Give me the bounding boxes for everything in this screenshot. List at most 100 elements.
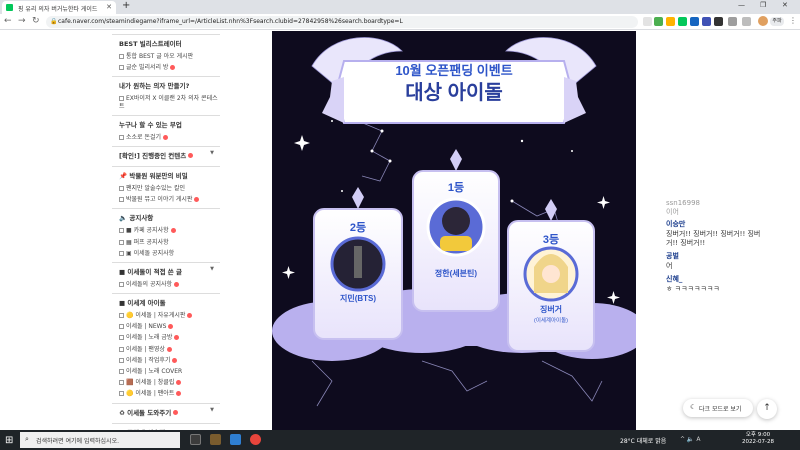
browser-tab[interactable]: 핑 유리 의자 버거뉴한타 게이드 ✕ [2,1,116,14]
sidebar-label: 통합 BEST 글 아오 게시판 [126,53,194,60]
sidebar-menu-item[interactable]: 이세돌 | 작업후기 [112,355,220,366]
board-icon [119,335,124,341]
sidebar-section-header[interactable]: 내가 원하는 의자 만들기? [112,76,220,93]
windows-start-icon[interactable]: ⊞ [5,435,13,446]
first-place-card [412,149,500,312]
sidebar-menu-item[interactable]: EX바이저 X 이클랜 2차 의자 콘테스트 [112,93,220,111]
new-badge-icon [163,134,169,140]
chat-message: 어 [666,262,673,270]
extensions-puzzle-icon[interactable] [728,17,737,26]
sidebar-menu-item[interactable]: ▣ 이세돌 공지사항 [112,248,220,259]
board-icon [119,313,124,319]
sidebar-menu-item[interactable]: 이세돌 | 팬영상 [112,344,220,355]
app-blue-icon[interactable] [230,434,241,445]
sidebar-section-header[interactable]: 🔈 공지사항 [112,208,220,225]
profile-label[interactable]: 주파 [770,17,784,26]
third-place-card [507,199,595,352]
forward-arrow-icon[interactable]: → [18,16,26,26]
chat-username: 이승만 [666,220,686,228]
address-bar[interactable]: 🔒 cafe.naver.com/steamindiegame?iframe_u… [46,16,638,28]
sidebar-menu-item[interactable]: 소소로 돈걸기 [112,132,220,143]
sidebar-section-header[interactable]: ♻ 이세돌 도와주기 ▼ [112,402,220,420]
new-badge-icon [194,197,200,203]
extension-blue-icon[interactable] [690,17,699,26]
sidebar-section-header[interactable]: ■ 이세돌이 적접 쓴 글 ▼ [112,261,220,279]
chevron-down-icon[interactable]: ▼ [210,407,214,413]
naver-cafe-favicon-icon [6,4,13,11]
new-badge-icon [174,335,180,341]
sidebar-menu-item[interactable]: ■ 카페 공지사항 [112,225,220,236]
sidebar-section-header[interactable]: BEST 빌리스트레이터 [112,34,220,51]
sidebar-label: 이세돌 | 팬영상 [126,345,165,353]
new-tab-button[interactable]: + [122,0,130,11]
minecraft-icon[interactable] [210,434,221,445]
weather-text[interactable]: 28°C 대체로 맑음 [620,436,666,445]
windows-taskbar: ⊞ ⌕ 검색하려면 여기에 입력하십시오. 28°C 대체로 맑음 ^ 🔈 A … [0,430,800,450]
sidebar-menu-item[interactable]: 이세돌 | NEWS [112,321,220,332]
chrome-icon[interactable] [250,434,261,445]
sidebar-menu-item[interactable]: ▦ 퍼프 공지사항 [112,237,220,248]
sidebar-label: 🟡 이세돌 | 팬아트 [126,390,175,398]
chevron-down-icon[interactable]: ▼ [210,266,214,272]
sidebar-menu-item[interactable]: 팬지만 알술수있는 칼인 [112,183,220,194]
profile-avatar[interactable] [758,16,768,26]
sidebar-menu-item[interactable]: 박물원 뮤고 이야기 게시판 [112,194,220,205]
scroll-top-button[interactable]: ↑ [757,399,777,419]
sidebar-label: 이세돌 | 노래 COVER [126,368,183,375]
task-view-icon[interactable] [190,434,201,445]
reload-icon[interactable]: ↻ [32,16,40,26]
new-badge-icon [170,228,176,234]
sidebar-label: ■ 이세돌이 적접 쓴 글 [119,267,183,276]
tab-close-icon[interactable]: ✕ [106,3,112,11]
sidebar-section-header[interactable]: 누구나 할 수 있는 부업 [112,114,220,132]
sidebar-section-header[interactable]: 📌 박물원 워분만의 비밀 [112,165,220,183]
third-sub: (이세계아이돌) [534,316,568,324]
sidebar-label: 🟡 이세돌 | 자유게시판 [126,312,186,320]
chat-message: 거!! 징버거!! [666,239,706,247]
clock[interactable]: 오후 9:00 2022-07-28 [742,432,774,446]
sidebar-label: 소소로 돈걸기 [126,133,162,141]
sidebar-panel-icon[interactable] [742,17,751,26]
sidebar-label: 🟫 이세돌 | 창클립 [126,379,175,387]
sidebar-menu-item[interactable]: 이세돌 | 노래 COVER [112,366,220,377]
sidebar-section-header[interactable]: [확인!] 진행중인 컨텐츠 ▼ [112,145,220,163]
minimize-button[interactable]: — [738,1,745,9]
chat-message: 이어 [666,208,679,216]
sidebar-label: 이세돌 | 작업후기 [126,356,171,364]
new-badge-icon [174,281,180,287]
sidebar-section-header[interactable]: ♻ 즐건게 선술집 [112,422,220,430]
extension-star-icon[interactable] [666,17,675,26]
banner-line1: 10월 오픈팬딩 이벤트 [395,63,512,78]
sidebar-label: 팬지만 알술수있는 칼인 [126,184,186,192]
sidebar-section-header[interactable]: ■ 이세계 아이돌 [112,293,220,310]
board-icon [119,239,124,245]
share-icon[interactable] [643,17,652,26]
sidebar-menu-item[interactable]: 🟡 이세돌 | 자유게시판 [112,310,220,321]
maximize-button[interactable]: ❐ [760,1,766,9]
sidebar-menu-item[interactable]: 글순 빌리서리 방 [112,62,220,73]
board-icon [119,380,124,386]
taskbar-search-box[interactable]: ⌕ 검색하려면 여기에 입력하십시오. [20,432,180,448]
sidebar-menu-item[interactable]: 통합 BEST 글 아오 게시판 [112,51,220,62]
sidebar-menu-item[interactable]: 이세돌 | 노래 금방 [112,332,220,343]
sidebar-menu-item[interactable]: 이세돌의 공지사항 [112,279,220,290]
back-arrow-icon[interactable]: ← [4,16,12,26]
new-badge-icon [188,153,194,159]
extension-green-icon[interactable] [654,17,663,26]
new-badge-icon [170,65,176,71]
sidebar-label: EX바이저 X 이클랜 2차 의자 콘테스트 [119,95,218,110]
close-window-button[interactable]: ✕ [782,1,788,9]
system-tray[interactable]: ^ 🔈 A [680,436,700,443]
dark-mode-button[interactable]: ☾ 다크 모드로 보기 [683,399,753,417]
board-icon [119,134,124,140]
extension-naver-icon[interactable] [678,17,687,26]
sidebar-menu-item[interactable]: 🟡 이세돌 | 팬아트 [112,388,220,399]
new-badge-icon [173,410,179,416]
sidebar-menu-item[interactable]: 🟫 이세돌 | 창클립 [112,377,220,388]
extension-dark-icon[interactable] [714,17,723,26]
board-icon [119,250,124,256]
chevron-down-icon[interactable]: ▼ [210,150,214,156]
browser-menu-icon[interactable]: ⋮ [789,16,797,25]
extension-v-icon[interactable] [702,17,711,26]
taskbar-search-placeholder: 검색하려면 여기에 입력하십시오. [36,438,120,445]
